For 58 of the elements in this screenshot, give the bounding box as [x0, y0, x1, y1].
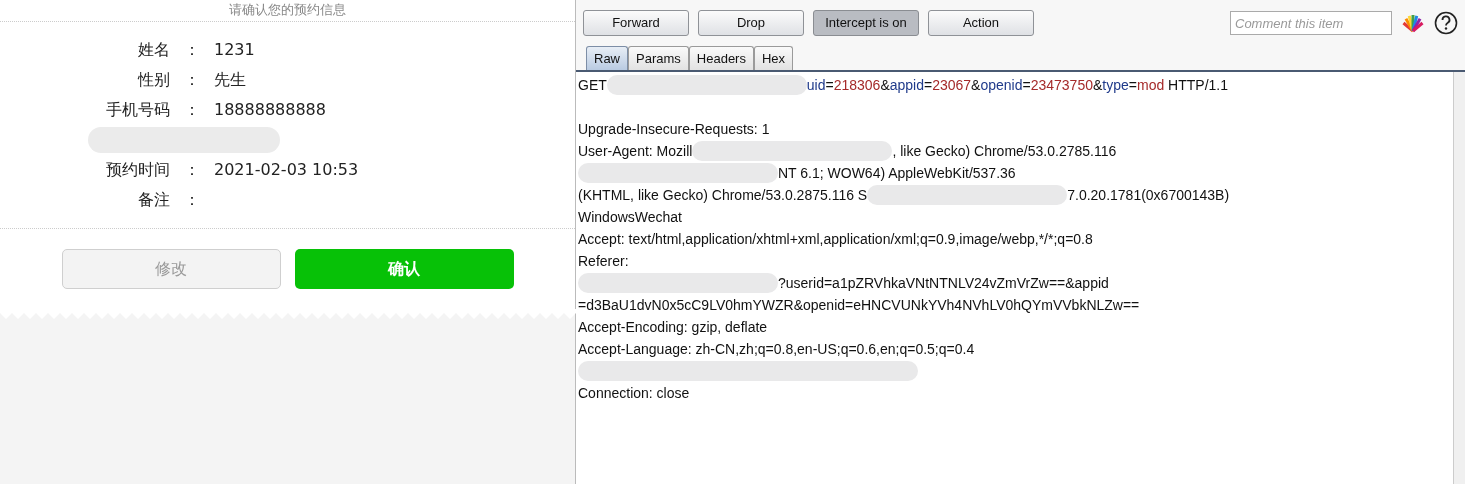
separator: ：	[183, 99, 201, 121]
field-label: 姓名	[137, 39, 170, 61]
request-text: ?userid=a1pZRVhkaVNtNTNLV24vZmVrZw==&appid	[778, 273, 1109, 293]
toolbar-button[interactable]: Forward	[583, 10, 689, 36]
comment-field[interactable]: Comment this item	[1230, 11, 1392, 35]
request-text: WindowsWechat	[578, 207, 682, 227]
request-text: NT 6.1; WOW64) AppleWebKit/537.36	[778, 163, 1016, 183]
field-value: 18888888888	[214, 99, 326, 121]
tab[interactable]: Params	[628, 46, 689, 70]
param-value: 23473750	[1030, 75, 1093, 95]
tab[interactable]: Hex	[753, 46, 794, 70]
help-icon[interactable]	[1434, 11, 1458, 35]
param-name: openid	[980, 75, 1023, 95]
param-name: uid	[806, 75, 826, 95]
param-name: type	[1102, 75, 1129, 95]
request-text: , like Gecko) Chrome/53.0.2785.116	[892, 141, 1117, 161]
param-name: appid	[889, 75, 924, 95]
request-text: (KHTML, like Gecko) Chrome/53.0.2875.116 S	[578, 185, 868, 205]
scrollbar[interactable]	[1453, 72, 1465, 484]
field-label: 预约时间	[105, 159, 170, 181]
request-text: Connection: close	[578, 383, 690, 403]
request-text: =	[825, 75, 834, 95]
toolbar-button[interactable]: Action	[928, 10, 1034, 36]
field-label: 性别	[136, 69, 170, 91]
request-text: =	[1022, 75, 1031, 95]
tab[interactable]: Headers	[688, 46, 754, 70]
request-text: 7.0.20.1781(0x6700143B)	[1067, 185, 1230, 205]
request-text: Accept: text/html,application/xhtml+xml,application/xml;q=0.9,image/webp,*/*;q=0.8	[578, 229, 1093, 249]
request-text: =d3BaU1dvN0x5cC9LV0hmYWZR&openid=eHNCVUNkYVh4NVhLV0hQYmVVbkNLZw==	[578, 295, 1140, 315]
request-text: =	[1128, 75, 1137, 95]
request-text: Accept-Language: zh-CN,zh;q=0.8,en-US;q=0.6,en;q=0.5;q=0.4	[578, 339, 975, 359]
request-text: &	[971, 75, 981, 95]
field-value: 1231	[214, 39, 255, 61]
request-text: Accept-Encoding: gzip, deflate	[578, 317, 768, 337]
field-label: 手机号码	[105, 99, 170, 121]
request-text: =	[924, 75, 933, 95]
request-text: GET	[578, 75, 607, 95]
param-value: mod	[1137, 75, 1165, 95]
request-text: Referer:	[578, 251, 629, 271]
request-text: &	[1093, 75, 1103, 95]
field-label: 备注	[137, 189, 170, 211]
request-text: &	[880, 75, 890, 95]
separator: ：	[183, 69, 201, 91]
color-fan-icon[interactable]	[1401, 13, 1425, 33]
separator: ：	[183, 189, 201, 211]
request-text: HTTP/1.1	[1167, 75, 1228, 95]
separator: ：	[183, 159, 201, 181]
request-text: Upgrade-Insecure-Requests: 1	[578, 119, 770, 139]
toolbar-button[interactable]: Drop	[698, 10, 804, 36]
tab[interactable]: Raw	[586, 46, 628, 70]
heading: 请确认您的预约信息	[229, 1, 346, 19]
param-value: 218306	[833, 75, 881, 95]
field-value: 先生	[214, 69, 246, 91]
separator: ：	[183, 39, 201, 61]
param-value: 23067	[932, 75, 972, 95]
field-value: 2021-02-03 10:53	[214, 159, 359, 181]
request-text: User-Agent: Mozill	[578, 141, 693, 161]
toolbar-button[interactable]: Intercept is on	[813, 10, 919, 36]
